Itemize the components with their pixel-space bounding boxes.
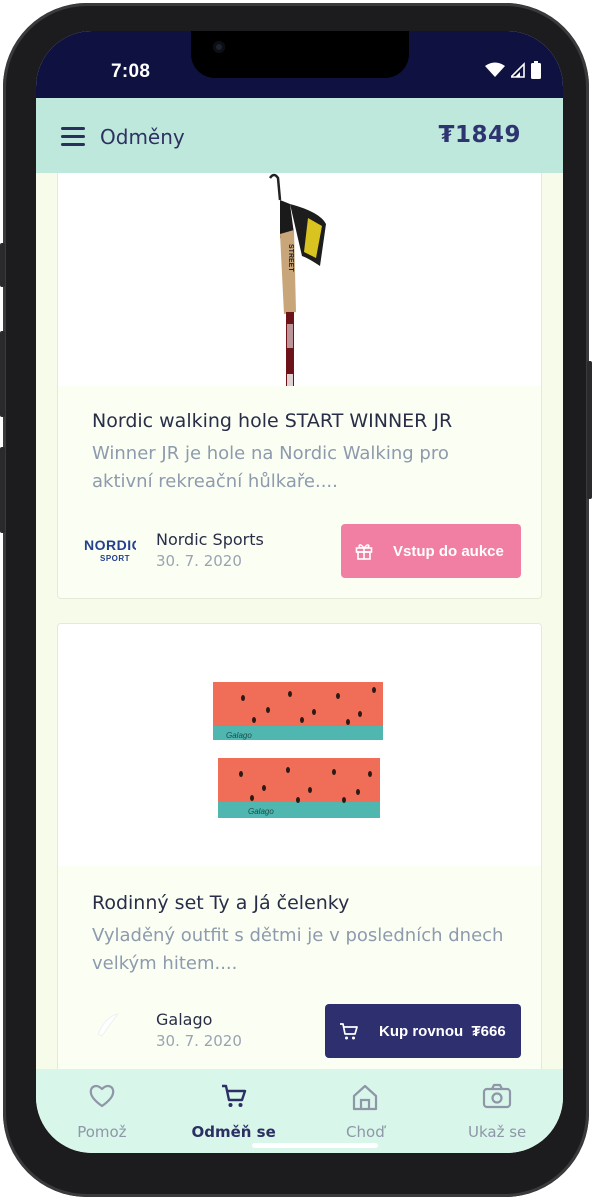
reward-description: Winner JR je hole na Nordic Walking pro … [92, 443, 449, 492]
vendor-logo-text: NORDIC [84, 537, 136, 553]
vendor-logo: NORDIC SPORT [84, 536, 142, 564]
phone-frame: 7:08 Odměny ₮1849 STREET Nordic walking … [0, 3, 592, 1197]
buy-now-label: Kup rovnou ₮666 [379, 1022, 506, 1040]
rewards-list[interactable]: STREET Nordic walking hole START WINNER … [36, 173, 563, 1069]
mute-switch [0, 243, 5, 287]
notch [191, 31, 409, 78]
reward-title: Nordic walking hole START WINNER JR [92, 410, 453, 432]
balance-display: ₮1849 [438, 122, 521, 148]
status-bar: 7:08 [36, 31, 563, 98]
nav-label-help: Pomož [77, 1123, 127, 1141]
wifi-icon [485, 62, 505, 77]
vendor-name: Nordic Sports [156, 530, 264, 549]
headband-set-image: Galago Galago [213, 682, 383, 818]
vendor-logo [84, 1010, 136, 1038]
bottom-navigation: Pomož Odměň se Choď Ukaž se [36, 1069, 563, 1153]
signal-icon [511, 62, 525, 78]
gift-icon [355, 544, 373, 560]
reward-description: Vyladěný outfit s dětmi je v posledních … [92, 925, 504, 974]
reward-card[interactable]: Galago Galago Rodinný set Ty a Já čelenk… [57, 623, 542, 1069]
menu-icon[interactable] [61, 127, 85, 146]
app-bar: Odměny ₮1849 [36, 98, 563, 173]
nordic-pole-image: STREET [268, 173, 326, 412]
page-title: Odměny [100, 125, 185, 149]
front-camera [213, 41, 225, 53]
reward-date: 30. 7. 2020 [156, 552, 242, 570]
status-icons [485, 61, 541, 79]
power-button [587, 361, 592, 499]
nav-label-rewards: Odměň se [191, 1123, 276, 1141]
vendor-name: Galago [156, 1010, 213, 1029]
reward-image: Galago Galago [58, 624, 541, 866]
svg-text:SPORT: SPORT [100, 554, 130, 563]
home-indicator[interactable] [252, 1143, 378, 1148]
reward-date: 30. 7. 2020 [156, 1032, 242, 1050]
nav-item-show[interactable]: Ukaž se [431, 1069, 563, 1153]
nav-label-show: Ukaž se [467, 1123, 527, 1141]
battery-icon [531, 61, 541, 79]
reward-title: Rodinný set Ty a Já čelenky [92, 892, 350, 914]
pole-brand-text: STREET [287, 244, 294, 272]
screen: 7:08 Odměny ₮1849 STREET Nordic walking … [36, 31, 563, 1153]
enter-auction-label: Vstup do aukce [393, 542, 504, 560]
heart-icon [89, 1084, 115, 1108]
camera-icon [483, 1083, 512, 1109]
nav-item-rewards[interactable]: Odměň se [168, 1069, 300, 1153]
home-icon [353, 1084, 378, 1111]
nav-label-walk: Choď [346, 1123, 385, 1141]
status-time: 7:08 [111, 61, 151, 82]
reward-image: STREET [58, 173, 541, 412]
headband-brand-text: Galago [226, 731, 252, 740]
svg-text:Galago: Galago [248, 807, 274, 816]
nav-item-walk[interactable]: Choď [300, 1069, 432, 1153]
buy-now-button[interactable]: Kup rovnou ₮666 [325, 1004, 521, 1058]
nav-item-help[interactable]: Pomož [36, 1069, 168, 1153]
enter-auction-button[interactable]: Vstup do aukce [341, 524, 521, 578]
volume-down-button [0, 447, 5, 533]
cart-icon [340, 1023, 358, 1040]
cart-icon [221, 1084, 246, 1107]
volume-up-button [0, 331, 5, 417]
reward-card[interactable]: STREET Nordic walking hole START WINNER … [57, 173, 542, 599]
